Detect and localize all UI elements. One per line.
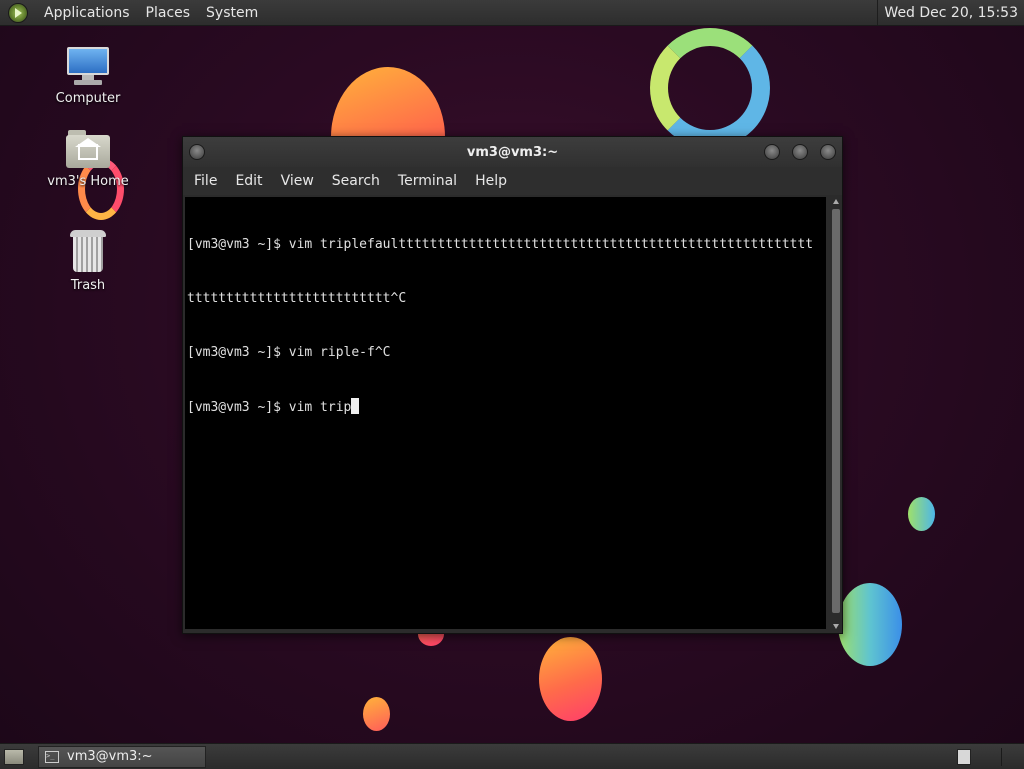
terminal-line: [vm3@vm3 ~]$ vim riple-f^C <box>187 345 391 360</box>
panel-separator <box>1001 747 1002 766</box>
terminal-line: tttttttttttttttttttttttttt^C <box>187 291 407 306</box>
scroll-down-arrow-icon[interactable] <box>833 624 839 629</box>
close-button[interactable] <box>820 144 836 160</box>
desktop-icon-label: Computer <box>55 91 121 106</box>
clock[interactable]: Wed Dec 20, 15:53 <box>877 0 1024 25</box>
menu-terminal[interactable]: Terminal <box>389 173 466 189</box>
terminal-line: [vm3@vm3 ~]$ vim triplefaulttttttttttttt… <box>187 237 814 252</box>
menu-edit[interactable]: Edit <box>226 173 271 189</box>
terminal-menubar: File Edit View Search Terminal Help <box>183 167 842 195</box>
window-menu-button[interactable] <box>189 144 205 160</box>
desktop-icon-computer[interactable]: Computer <box>43 47 133 106</box>
trash-icon <box>70 230 106 272</box>
places-menu[interactable]: Places <box>138 5 199 21</box>
wallpaper-bubble <box>363 697 390 731</box>
wallpaper-ring <box>650 28 770 148</box>
scroll-up-arrow-icon[interactable] <box>833 199 839 204</box>
scrollbar-thumb[interactable] <box>832 209 840 613</box>
menu-logo-icon[interactable] <box>8 2 28 23</box>
wallpaper-bubble <box>539 637 602 721</box>
window-title: vm3@vm3:~ <box>466 144 559 160</box>
menu-view[interactable]: View <box>272 173 323 189</box>
terminal-output[interactable]: [vm3@vm3 ~]$ vim triplefaulttttttttttttt… <box>185 197 826 629</box>
desktop-icon-label: vm3's Home <box>47 174 129 189</box>
desktop-icon-label: Trash <box>70 278 106 293</box>
system-menu[interactable]: System <box>198 5 266 21</box>
menu-help[interactable]: Help <box>466 173 516 189</box>
taskbar-item-terminal[interactable]: >_ vm3@vm3:~ <box>38 745 206 768</box>
wallpaper-bubble <box>838 583 902 666</box>
computer-icon <box>65 47 111 85</box>
terminal-window[interactable]: vm3@vm3:~ File Edit View Search Terminal… <box>182 136 843 634</box>
desktop-icon-home[interactable]: vm3's Home <box>43 130 133 189</box>
terminal-icon: >_ <box>45 750 59 763</box>
taskbar-item-label: vm3@vm3:~ <box>67 749 153 764</box>
terminal-line-current: [vm3@vm3 ~]$ vim trip <box>187 398 824 417</box>
window-titlebar[interactable]: vm3@vm3:~ <box>183 137 842 167</box>
top-panel: Applications Places System Wed Dec 20, 1… <box>0 0 1024 26</box>
home-folder-icon <box>66 130 110 168</box>
terminal-scrollbar[interactable] <box>830 197 842 631</box>
text-cursor <box>351 398 360 414</box>
show-desktop-icon[interactable] <box>4 748 24 765</box>
wallpaper-bubble <box>908 497 935 531</box>
maximize-button[interactable] <box>792 144 808 160</box>
bottom-panel: >_ vm3@vm3:~ <box>0 743 1024 769</box>
desktop-icon-trash[interactable]: Trash <box>43 230 133 293</box>
menu-search[interactable]: Search <box>323 173 389 189</box>
menu-file[interactable]: File <box>185 173 226 189</box>
applications-menu[interactable]: Applications <box>36 5 138 21</box>
terminal-line-text: [vm3@vm3 ~]$ vim trip <box>187 400 352 415</box>
workspace-switcher[interactable] <box>957 748 971 765</box>
minimize-button[interactable] <box>764 144 780 160</box>
